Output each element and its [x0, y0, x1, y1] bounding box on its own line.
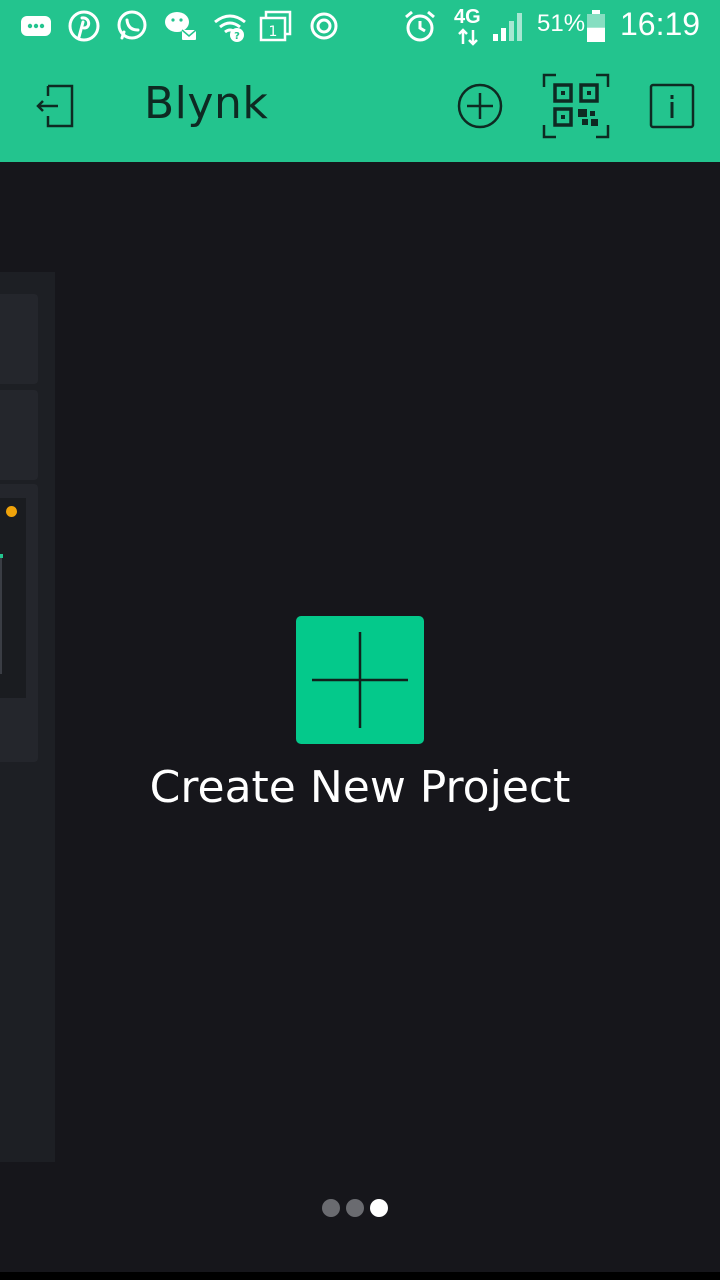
page-dot[interactable] [322, 1199, 340, 1217]
chart-widget [0, 498, 26, 698]
qr-scan-icon [542, 73, 610, 139]
logout-button[interactable] [28, 78, 84, 134]
sim-card-icon: 1 [259, 10, 292, 42]
info-button[interactable] [648, 82, 696, 130]
page-dot-active[interactable] [370, 1199, 388, 1217]
wechat-icon [165, 12, 197, 40]
qr-scan-button[interactable] [540, 72, 612, 140]
sync-icon [310, 12, 338, 40]
chart-axis [0, 554, 2, 674]
projects-carousel[interactable]: Create New Project [0, 162, 720, 1272]
app-title: Blynk [144, 78, 269, 129]
status-bar: ? 1 4G 51% 16:19 [0, 0, 720, 52]
svg-text:?: ? [234, 31, 240, 42]
status-dot [6, 506, 17, 517]
info-icon [649, 83, 695, 129]
logout-icon [36, 84, 74, 128]
chart-mark [0, 554, 3, 558]
svg-text:1: 1 [269, 24, 278, 40]
whatsapp-icon [117, 10, 147, 40]
network-type: 4G [454, 6, 481, 28]
battery-icon [587, 10, 605, 42]
plus-icon [312, 632, 408, 728]
create-project-button[interactable] [296, 616, 424, 744]
previous-project-card[interactable] [0, 272, 55, 1162]
battery-percent: 51% [537, 10, 586, 37]
wifi-icon: ? [214, 14, 246, 42]
pinterest-icon [68, 10, 100, 42]
signal-icon [493, 13, 522, 41]
page-indicator [322, 1199, 388, 1217]
add-circle-icon [457, 83, 503, 129]
message-icon [21, 16, 51, 36]
clock: 16:19 [620, 6, 701, 42]
widget-tile [0, 484, 38, 762]
page-dot[interactable] [346, 1199, 364, 1217]
add-project-button[interactable] [452, 78, 508, 134]
widget-tile [0, 294, 38, 384]
app-bar: Blynk [0, 52, 720, 162]
widget-tile [0, 390, 38, 480]
alarm-icon [405, 10, 435, 42]
create-project-label[interactable]: Create New Project [0, 762, 720, 813]
navigation-bar-edge [0, 1272, 720, 1280]
data-arrows-icon [458, 28, 478, 46]
